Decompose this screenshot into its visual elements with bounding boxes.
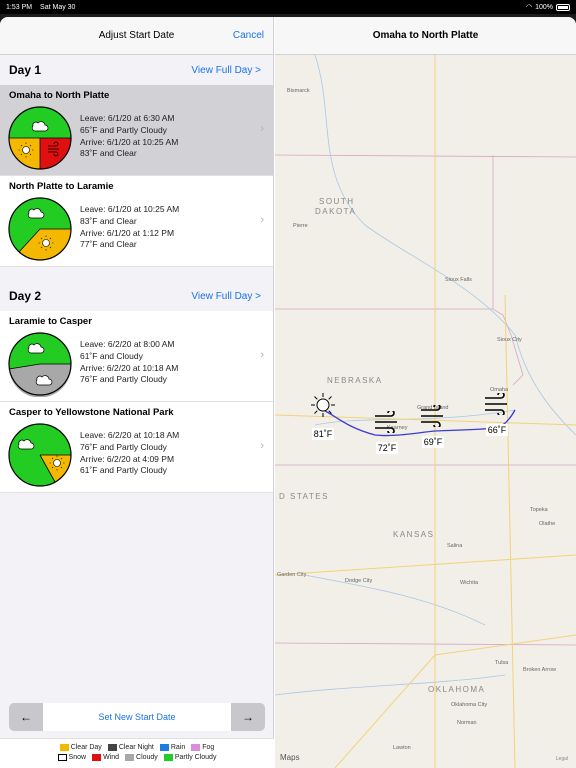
set-new-start-date-button[interactable]: Set New Start Date (43, 703, 231, 731)
weather-marker[interactable]: 81˚F (309, 391, 337, 442)
view-full-day-link-2[interactable]: View Full Day > (191, 291, 261, 302)
wind-icon (375, 409, 397, 435)
legend-item: Snow (57, 754, 86, 761)
app-card: Adjust Start Date Cancel Day 1 View Full… (0, 17, 576, 768)
temp-label: 72˚F (375, 442, 399, 454)
wifi-icon: ◠ (525, 4, 533, 11)
weather-pie-chart (8, 197, 72, 261)
leg-info: Leave: 6/1/20 at 10:25 AM 83˚F and Clear… (80, 204, 180, 250)
weather-legend: Clear Day Clear Night Rain Fog Snow Wind… (0, 738, 274, 768)
weather-marker[interactable]: 69˚F (419, 403, 447, 450)
map-label-tulsa: Tulsa (495, 660, 509, 666)
chevron-right-icon: › (260, 349, 264, 361)
leg-title: Casper to Yellowstone National Park (9, 407, 174, 418)
temp-label: 66˚F (485, 424, 509, 436)
battery-icon (556, 3, 570, 11)
view-full-day-link-1[interactable]: View Full Day > (191, 65, 261, 76)
temp-label: 69˚F (421, 436, 445, 448)
weather-pie-chart (8, 106, 72, 170)
wind-icon (421, 403, 443, 429)
leg-title: Omaha to North Platte (9, 90, 110, 101)
map-label-lawton: Lawton (393, 745, 411, 751)
leg-info: Leave: 6/1/20 at 6:30 AM 65˚F and Partly… (80, 113, 179, 159)
route-map[interactable]: Bismarck Pierre SOUTH DAKOTA Sioux Falls… (275, 55, 576, 768)
map-panel: Omaha to North Platte Bismarck Pierre SO… (275, 17, 576, 768)
legal-link[interactable]: Legal (556, 756, 568, 762)
leg-title: North Platte to Laramie (9, 181, 114, 192)
legend-item: Rain (159, 744, 185, 751)
leg-title: Laramie to Casper (9, 316, 92, 327)
leg-info: Leave: 6/2/20 at 8:00 AM 61˚F and Cloudy… (80, 339, 179, 385)
legend-item: Fog (191, 744, 214, 751)
legend-item: Partly Cloudy (163, 754, 216, 761)
map-label-broken-arrow: Broken Arrow (523, 667, 557, 673)
legend-item: Clear Day (59, 744, 102, 751)
chevron-right-icon: › (260, 123, 264, 135)
date-control-bar: ← Set New Start Date → (9, 703, 265, 731)
day-label: Day 2 (9, 289, 42, 303)
map-label-nebraska: NEBRASKA (327, 376, 383, 385)
map-label-oklahoma-city: Oklahoma City (451, 702, 488, 708)
map-label-garden-city: Garden City (277, 572, 307, 578)
arrow-left-icon[interactable]: ← (9, 710, 43, 724)
leg-info: Leave: 6/2/20 at 10:18 AM 76˚F and Partl… (80, 430, 180, 476)
map-label-olathe: Olathe (539, 521, 556, 527)
status-time: 1:53 PM (6, 3, 33, 11)
legend-item: Clear Night (107, 744, 154, 751)
day-label: Day 1 (9, 63, 42, 77)
status-bar: 1:53 PM Sat May 30 ◠ 100% (0, 0, 576, 14)
left-nav-bar: Adjust Start Date Cancel (0, 17, 273, 55)
map-label-salina: Salina (447, 543, 463, 549)
legend-item: Wind (92, 754, 119, 761)
map-label-kansas: KANSAS (393, 530, 435, 539)
wind-icon (485, 391, 507, 417)
left-nav-title: Adjust Start Date (98, 30, 175, 41)
battery-percent: 100% (535, 3, 553, 11)
chevron-right-icon: › (260, 440, 264, 452)
leg-row-casper-yellowstone[interactable]: Casper to Yellowstone National Park Leav… (0, 402, 273, 493)
map-nav-title: Omaha to North Platte (275, 17, 576, 55)
day-header-2: Day 2 View Full Day > (0, 281, 273, 311)
leg-row-laramie-casper[interactable]: Laramie to Casper Leave: 6/2/20 at 8:00 … (0, 311, 273, 402)
sun-icon (311, 393, 335, 417)
map-label-dakota: DAKOTA (315, 207, 357, 216)
map-label-south: SOUTH (319, 197, 355, 206)
leg-row-omaha-north-platte[interactable]: Omaha to North Platte Leave: 6/1/20 at 6… (0, 85, 273, 176)
map-label-pierre: Pierre (293, 223, 308, 229)
weather-marker[interactable]: 66˚F (483, 391, 511, 438)
map-label-topeka: Topeka (530, 507, 548, 513)
status-date: Sat May 30 (40, 3, 76, 11)
leg-row-north-platte-laramie[interactable]: North Platte to Laramie Leave: 6/1/20 at… (0, 176, 273, 267)
map-label-bismarck: Bismarck (287, 88, 310, 94)
adjust-start-panel: Adjust Start Date Cancel Day 1 View Full… (0, 17, 274, 768)
arrow-right-icon[interactable]: → (231, 710, 265, 724)
map-label-united-states: D STATES (279, 492, 329, 501)
weather-marker[interactable]: 72˚F (373, 409, 401, 456)
map-label-sioux-falls: Sioux Falls (445, 277, 472, 283)
map-label-norman: Norman (457, 720, 477, 726)
map-label-wichita: Wichita (460, 580, 479, 586)
map-label-oklahoma: OKLAHOMA (428, 685, 486, 694)
day-header-1: Day 1 View Full Day > (0, 55, 273, 85)
map-label-dodge-city: Dodge City (345, 578, 373, 584)
map-label-sioux-city: Sioux City (497, 337, 522, 343)
weather-pie-chart (8, 332, 72, 397)
cancel-button[interactable]: Cancel (233, 30, 264, 41)
legend-item: Cloudy (125, 754, 158, 761)
chevron-right-icon: › (260, 214, 264, 226)
weather-pie-chart (8, 423, 72, 487)
temp-label: 81˚F (311, 428, 335, 440)
maps-logo: Maps (280, 753, 300, 762)
